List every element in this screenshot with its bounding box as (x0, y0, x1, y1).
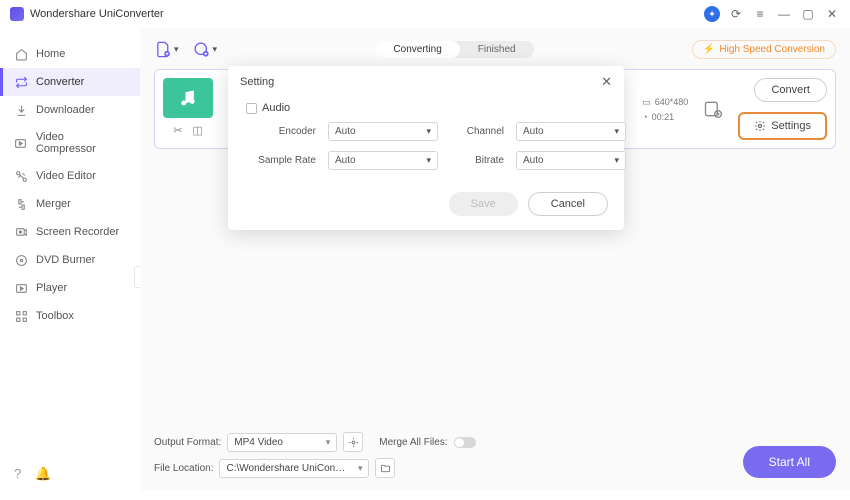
format-settings-button[interactable] (343, 432, 363, 452)
settings-modal: Setting ✕ Audio Encoder Auto▾ Channel Au… (228, 66, 624, 230)
clock-icon: ◔ (642, 112, 647, 122)
cancel-button[interactable]: Cancel (528, 192, 608, 216)
high-speed-label: High Speed Conversion (719, 44, 825, 55)
sidebar-item-label: Downloader (36, 104, 95, 116)
download-icon (14, 103, 28, 117)
merge-toggle[interactable] (454, 437, 476, 448)
audio-checkbox[interactable] (246, 103, 257, 114)
output-format-select[interactable]: MP4 Video ▾ (227, 433, 337, 452)
sidebar-item-label: Merger (36, 198, 71, 210)
file-duration: 00:21 (652, 112, 675, 122)
crop-icon[interactable]: ◫ (192, 124, 202, 137)
output-format-value: MP4 Video (234, 437, 283, 448)
add-file-icon (154, 41, 172, 59)
file-resolution: 640*480 (655, 97, 689, 107)
sidebar-item-player[interactable]: Player (0, 274, 140, 302)
start-all-button[interactable]: Start All (743, 446, 836, 478)
sidebar-item-downloader[interactable]: Downloader (0, 96, 140, 124)
sidebar-item-merger[interactable]: Merger (0, 190, 140, 218)
file-location-value: C:\Wondershare UniConverter (226, 463, 346, 474)
open-folder-button[interactable] (375, 458, 395, 478)
maximize-icon[interactable]: ▢ (800, 6, 816, 22)
save-button[interactable]: Save (449, 192, 518, 216)
chevron-down-icon: ▾ (614, 126, 619, 137)
toolbox-icon (14, 309, 28, 323)
chevron-down-icon: ▾ (326, 437, 331, 448)
sidebar-item-label: Toolbox (36, 310, 74, 322)
minimize-icon[interactable]: — (776, 6, 792, 22)
add-file-button[interactable]: ▾ (154, 41, 179, 59)
sidebar-item-label: Video Compressor (36, 131, 126, 155)
sidebar-item-video-editor[interactable]: Video Editor (0, 162, 140, 190)
refresh-icon[interactable]: ⟳ (728, 6, 744, 22)
chevron-down-icon: ▾ (174, 44, 179, 55)
editor-icon (14, 169, 28, 183)
add-url-button[interactable]: ▾ (193, 41, 218, 59)
chevron-down-icon: ▾ (426, 126, 431, 137)
audio-section-label: Audio (262, 102, 290, 114)
sidebar-item-toolbox[interactable]: Toolbox (0, 302, 140, 330)
chevron-down-icon: ▾ (614, 155, 619, 166)
file-location-label: File Location: (154, 463, 213, 474)
file-thumbnail[interactable] (163, 78, 213, 118)
merge-label: Merge All Files: (379, 437, 447, 448)
compress-icon (14, 136, 28, 150)
encoder-label: Encoder (246, 126, 316, 137)
chevron-down-icon: ▾ (213, 44, 218, 55)
settings-button[interactable]: Settings (738, 112, 827, 140)
trim-icon[interactable]: ✂ (173, 124, 182, 137)
settings-label: Settings (771, 120, 811, 132)
file-location-select[interactable]: C:\Wondershare UniConverter ▾ (219, 459, 369, 478)
sidebar-item-label: Converter (36, 76, 84, 88)
help-icon[interactable]: ? (14, 466, 21, 482)
output-preset-button[interactable] (702, 98, 724, 120)
recorder-icon (14, 225, 28, 239)
bitrate-label: Bitrate (450, 155, 504, 166)
sidebar-item-home[interactable]: Home (0, 40, 140, 68)
encoder-select[interactable]: Auto▾ (328, 122, 438, 141)
add-url-icon (193, 41, 211, 59)
gear-icon (754, 120, 766, 132)
merger-icon (14, 197, 28, 211)
sidebar-item-label: Player (36, 282, 67, 294)
close-window-icon[interactable]: ✕ (824, 6, 840, 22)
sidebar-item-screen-recorder[interactable]: Screen Recorder (0, 218, 140, 246)
convert-button[interactable]: Convert (754, 78, 827, 102)
sidebar-item-converter[interactable]: Converter (0, 68, 140, 96)
player-icon (14, 281, 28, 295)
tab-finished[interactable]: Finished (460, 41, 534, 58)
tab-converting[interactable]: Converting (375, 41, 459, 58)
sidebar-item-label: Screen Recorder (36, 226, 119, 238)
converter-icon (14, 75, 28, 89)
sample-rate-label: Sample Rate (246, 155, 316, 166)
modal-title: Setting (240, 76, 274, 88)
menu-icon[interactable]: ≡ (752, 6, 768, 22)
high-speed-button[interactable]: ⚡ High Speed Conversion (692, 40, 836, 59)
sidebar-item-label: DVD Burner (36, 254, 95, 266)
channel-select[interactable]: Auto▾ (516, 122, 626, 141)
sidebar: Home Converter Downloader Video Compress… (0, 28, 140, 490)
channel-label: Channel (450, 126, 504, 137)
window-controls: ✦ ⟳ ≡ — ▢ ✕ (704, 6, 840, 22)
lightning-icon: ⚡ (703, 44, 715, 55)
sidebar-item-dvd-burner[interactable]: DVD Burner (0, 246, 140, 274)
account-icon[interactable]: ✦ (704, 6, 720, 22)
dvd-icon (14, 253, 28, 267)
app-title: Wondershare UniConverter (30, 8, 164, 20)
notification-icon[interactable]: 🔔 (35, 466, 51, 482)
sidebar-item-label: Home (36, 48, 65, 60)
output-format-label: Output Format: (154, 437, 221, 448)
sidebar-item-label: Video Editor (36, 170, 96, 182)
bitrate-select[interactable]: Auto▾ (516, 151, 626, 170)
sample-rate-select[interactable]: Auto▾ (328, 151, 438, 170)
resolution-icon: ▭ (642, 97, 651, 108)
chevron-down-icon: ▾ (358, 463, 363, 474)
close-icon[interactable]: ✕ (601, 74, 612, 90)
sidebar-item-video-compressor[interactable]: Video Compressor (0, 124, 140, 162)
app-logo (10, 7, 24, 21)
home-icon (14, 47, 28, 61)
status-tabs: Converting Finished (375, 41, 533, 58)
chevron-down-icon: ▾ (426, 155, 431, 166)
